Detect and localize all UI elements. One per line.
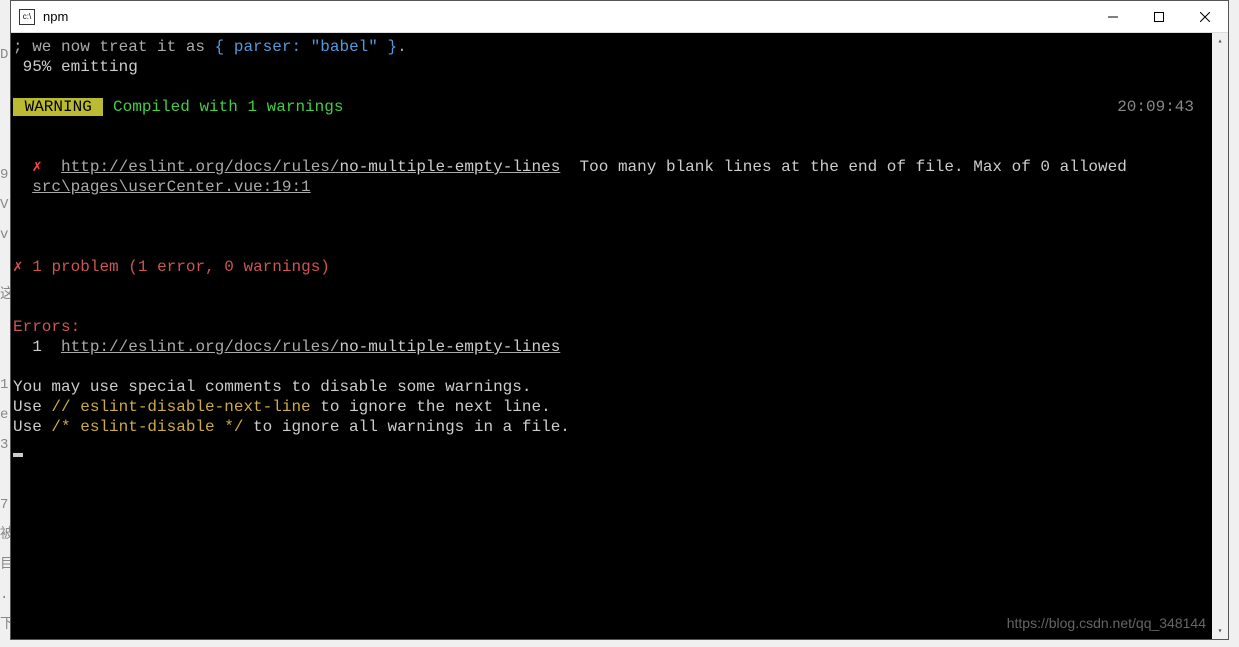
scroll-down-icon[interactable]: ▾: [1212, 623, 1228, 639]
eslint-rule-link-2[interactable]: http://eslint.org/docs/rules/no-multiple…: [61, 338, 560, 356]
hint3-prefix: Use: [13, 418, 51, 436]
titlebar-controls: [1090, 1, 1228, 33]
terminal-output[interactable]: 20:09:43 ; we now treat it as { parser: "…: [11, 33, 1212, 639]
scrollbar[interactable]: ▴ ▾: [1212, 33, 1228, 639]
error-x-icon: ✗: [32, 158, 42, 176]
minimize-button[interactable]: [1090, 1, 1136, 33]
app-icon: c:\: [19, 9, 35, 25]
compiled-message: Compiled with 1 warnings: [103, 98, 343, 116]
error-count: 1: [13, 338, 61, 356]
hint2-suffix: to ignore the next line.: [311, 398, 551, 416]
close-button[interactable]: [1182, 1, 1228, 33]
problem-summary: 1 problem (1 error, 0 warnings): [23, 258, 330, 276]
window-title: npm: [43, 9, 68, 24]
emitting-progress: 95% emitting: [13, 58, 138, 76]
file-location-link[interactable]: src\pages\userCenter.vue:19:1: [32, 178, 310, 196]
parser-line-suffix: .: [397, 38, 407, 56]
problem-x-icon: ✗: [13, 258, 23, 276]
error-description: Too many blank lines at the end of file.…: [560, 158, 1127, 176]
maximize-button[interactable]: [1136, 1, 1182, 33]
background-page-hints: D9Vv这1e37被目.下: [0, 40, 10, 640]
eslint-rule-link[interactable]: http://eslint.org/docs/rules/no-multiple…: [61, 158, 560, 176]
errors-label: Errors:: [13, 318, 80, 336]
parser-json: { parser: "babel" }: [215, 38, 397, 56]
warning-badge: WARNING: [13, 98, 103, 116]
hint2-prefix: Use: [13, 398, 51, 416]
titlebar-left: c:\ npm: [11, 9, 68, 25]
hint2-code: // eslint-disable-next-line: [51, 398, 310, 416]
text-cursor: [13, 453, 23, 457]
titlebar: c:\ npm: [11, 1, 1228, 33]
parser-line-prefix: ; we now treat it as: [13, 38, 215, 56]
hint3-suffix: to ignore all warnings in a file.: [243, 418, 569, 436]
hint-intro: You may use special comments to disable …: [13, 378, 531, 396]
terminal-window: c:\ npm 20:09:43 ; we now treat it as { p…: [10, 0, 1229, 640]
scroll-up-icon[interactable]: ▴: [1212, 33, 1228, 49]
watermark-text: https://blog.csdn.net/qq_348144: [1007, 615, 1206, 631]
hint3-code: /* eslint-disable */: [51, 418, 243, 436]
compile-timestamp: 20:09:43: [1117, 97, 1194, 117]
